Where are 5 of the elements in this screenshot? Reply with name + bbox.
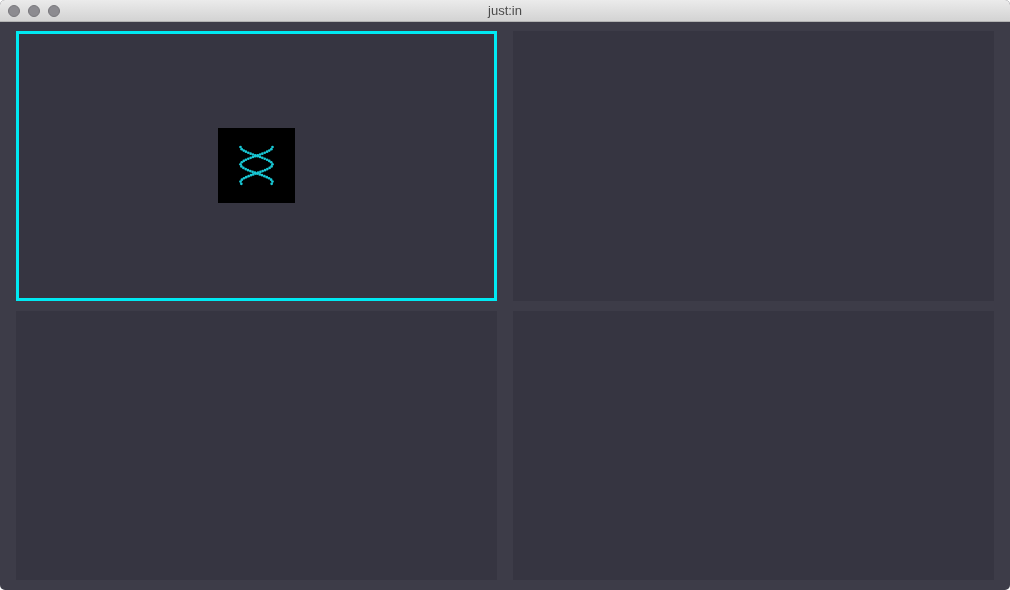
zoom-window-icon[interactable] [48, 4, 60, 17]
window-title: just:in [488, 2, 522, 19]
close-window-icon[interactable] [8, 4, 20, 17]
view-panel[interactable] [16, 31, 497, 301]
minimize-window-icon[interactable] [28, 4, 40, 17]
